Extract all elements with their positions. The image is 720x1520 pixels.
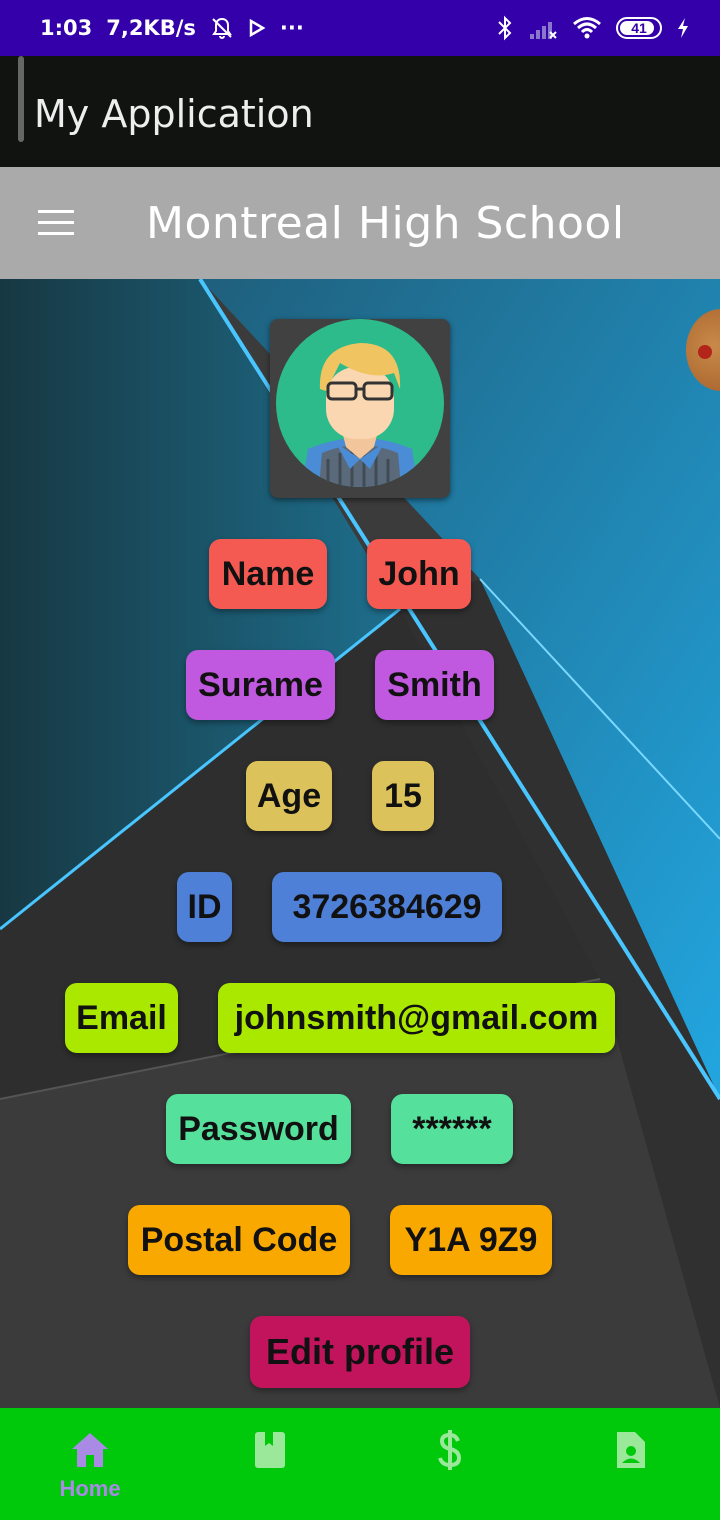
- age-label: Age: [246, 761, 332, 831]
- book-icon: [255, 1432, 285, 1468]
- app-bar: My Application: [0, 56, 720, 167]
- signal-icon: [530, 22, 557, 39]
- nav-item-profile[interactable]: [540, 1408, 720, 1520]
- school-title: Montreal High School: [146, 198, 625, 249]
- email-value: johnsmith@gmail.com: [218, 983, 615, 1053]
- charging-icon: [678, 18, 688, 38]
- surname-value: Smith: [375, 650, 494, 720]
- battery-icon: 41: [616, 17, 662, 39]
- wifi-icon: [573, 17, 601, 39]
- nav-item-payments[interactable]: [360, 1408, 540, 1520]
- age-value: 15: [372, 761, 434, 831]
- email-label: Email: [65, 983, 178, 1053]
- profile-content: Name John Surame Smith Age 15 ID 3726384…: [0, 279, 720, 1408]
- nav-home-label: Home: [59, 1476, 121, 1501]
- password-label: Password: [166, 1094, 351, 1164]
- dollar-icon: [438, 1430, 462, 1470]
- bell-off-icon: [212, 17, 232, 39]
- battery-level: 41: [631, 20, 647, 36]
- name-label: Name: [209, 539, 327, 609]
- nav-item-home[interactable]: Home: [0, 1408, 180, 1520]
- postal-code-value: Y1A 9Z9: [390, 1205, 552, 1275]
- contact-file-icon: [617, 1432, 645, 1468]
- bluetooth-icon: [498, 15, 512, 41]
- student-avatar-icon: [276, 319, 444, 487]
- window-edge-handle: [18, 56, 24, 142]
- password-value: ******: [391, 1094, 513, 1164]
- avatar[interactable]: [270, 319, 450, 498]
- status-time: 1:03: [40, 16, 93, 40]
- surname-label: Surame: [186, 650, 335, 720]
- menu-icon[interactable]: [30, 203, 82, 243]
- id-value: 3726384629: [272, 872, 502, 942]
- name-value: John: [367, 539, 471, 609]
- bottom-navigation: Home: [0, 1408, 720, 1520]
- id-label: ID: [177, 872, 232, 942]
- status-network-speed: 7,2KB/s: [106, 16, 196, 40]
- nav-item-book[interactable]: [180, 1408, 360, 1520]
- status-bar: 1:03 7,2KB/s ··· 41: [0, 0, 720, 56]
- status-more-icon: ···: [279, 16, 304, 40]
- home-icon: [72, 1433, 108, 1467]
- app-title: My Application: [34, 92, 314, 136]
- edit-profile-button[interactable]: Edit profile: [250, 1316, 470, 1388]
- play-icon: [249, 18, 266, 38]
- postal-code-label: Postal Code: [128, 1205, 350, 1275]
